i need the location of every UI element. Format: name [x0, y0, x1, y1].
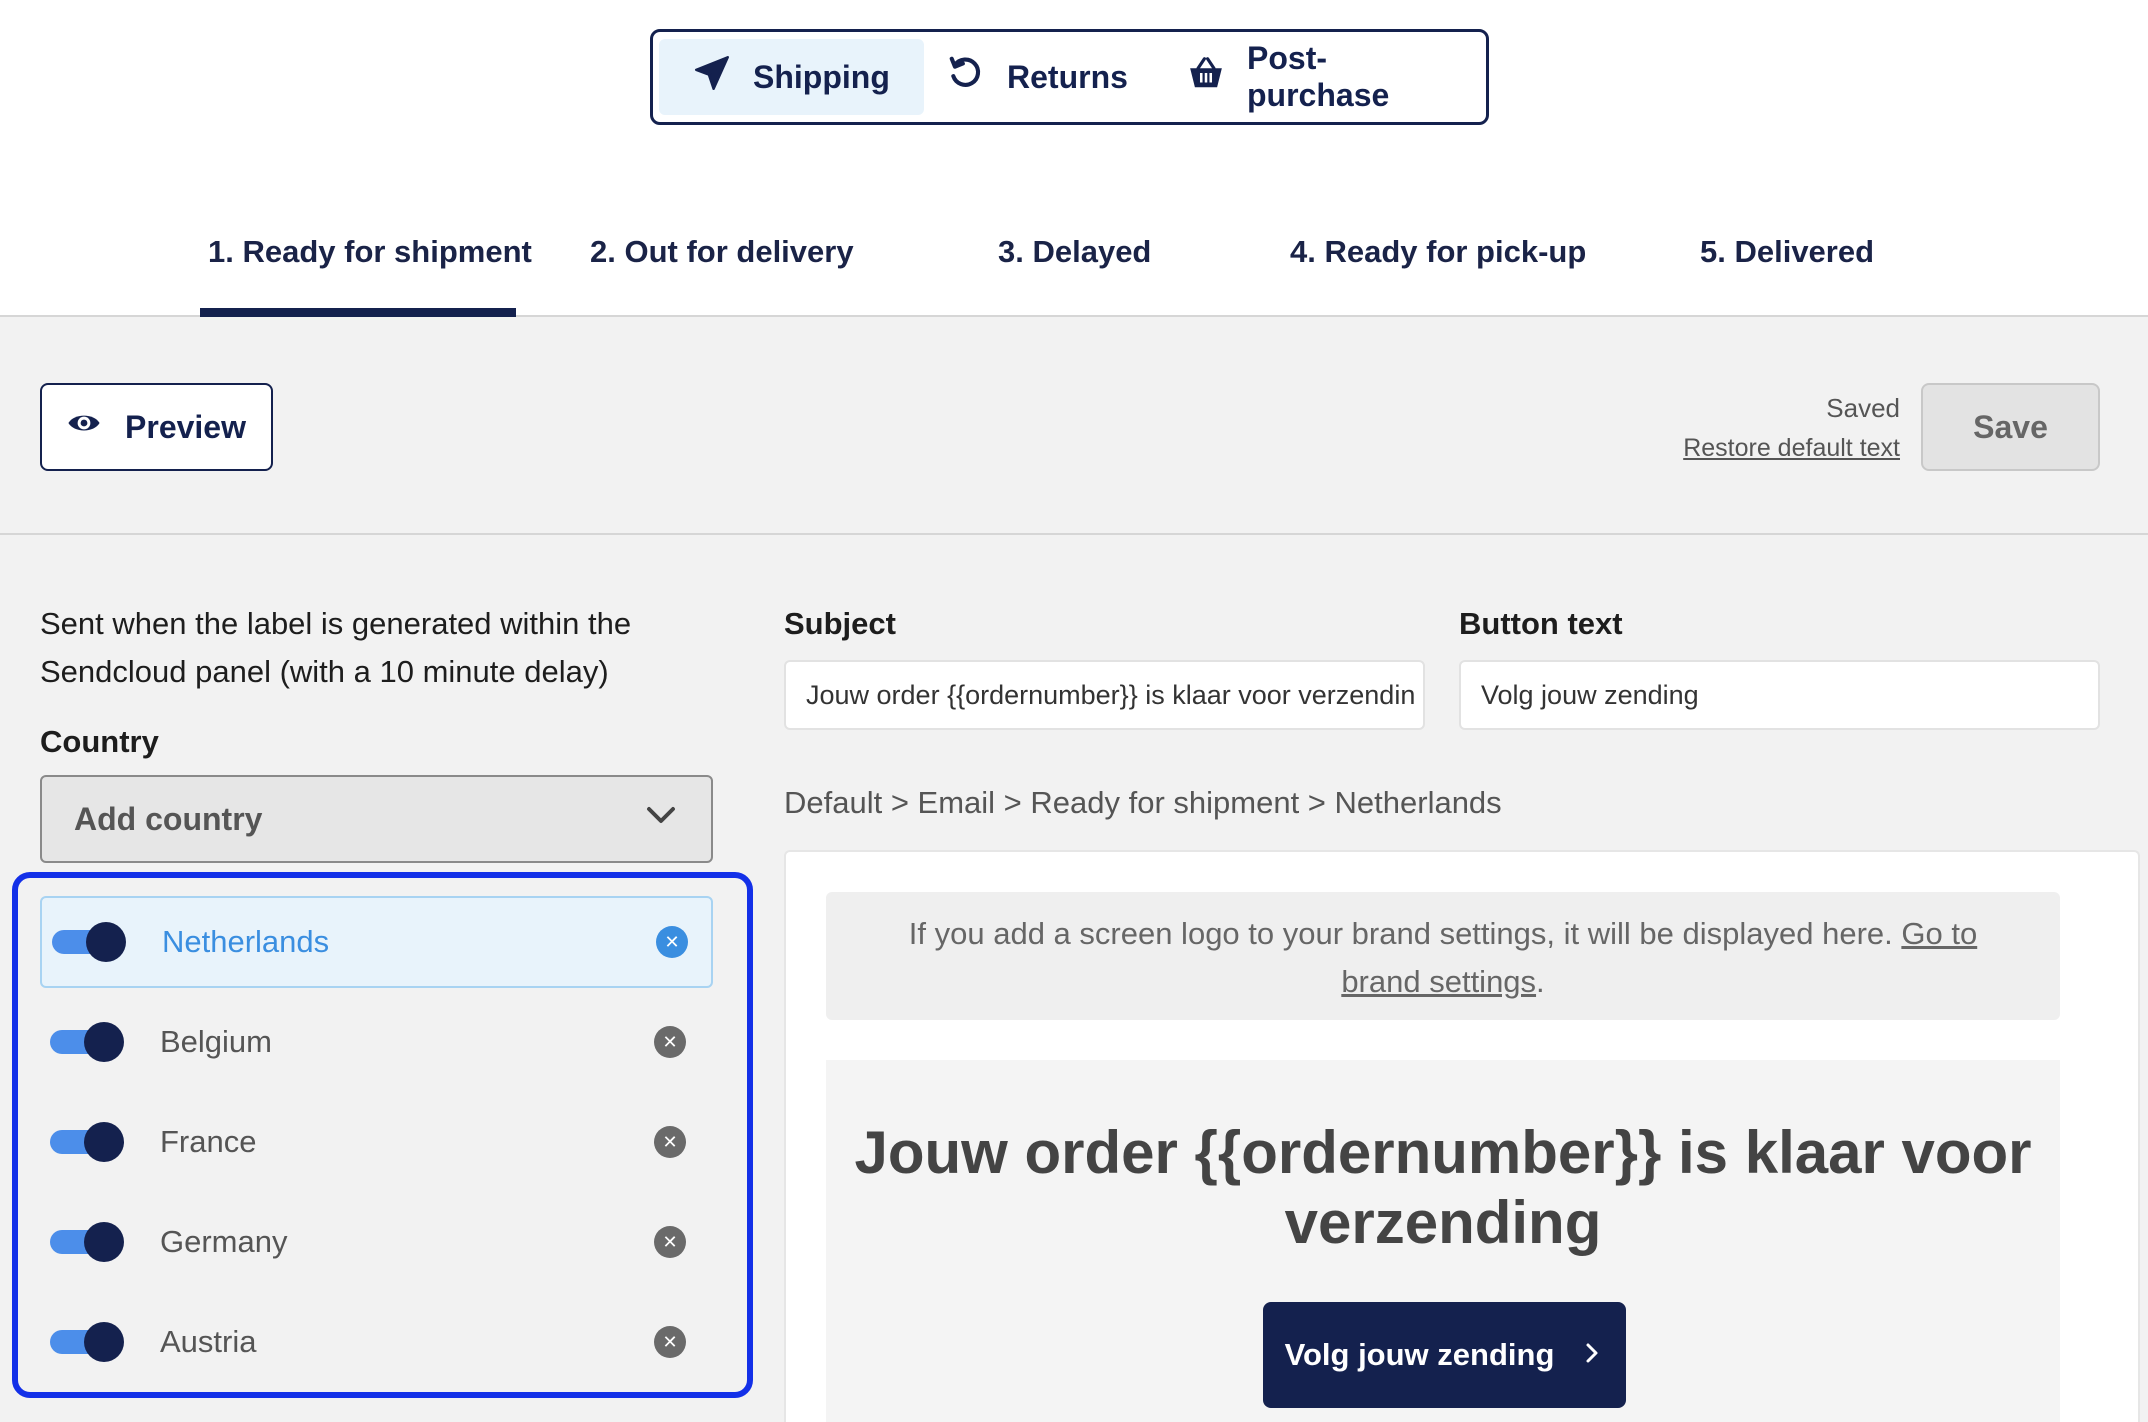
- button-text-input[interactable]: Volg jouw zending: [1459, 660, 2100, 730]
- breadcrumb: Default > Email > Ready for shipment > N…: [784, 785, 1502, 820]
- country-name: France: [160, 1124, 257, 1159]
- country-item-netherlands[interactable]: Netherlands ✕: [40, 896, 713, 988]
- restore-default-link[interactable]: Restore default text: [1683, 434, 1900, 463]
- logo-placeholder-note: If you add a screen logo to your brand s…: [826, 892, 2060, 1020]
- email-body: Jouw order {{ordernumber}} is klaar voor…: [826, 1060, 2060, 1422]
- chevron-right-icon: [1580, 1337, 1604, 1373]
- step-tab-3[interactable]: 3. Delayed: [998, 234, 1151, 270]
- button-text-label: Button text: [1459, 606, 1623, 641]
- country-toggle[interactable]: [50, 1022, 124, 1062]
- country-name: Austria: [160, 1324, 257, 1359]
- email-preview: If you add a screen logo to your brand s…: [784, 850, 2140, 1422]
- email-title: Jouw order {{ordernumber}} is klaar voor…: [854, 1119, 2032, 1256]
- step-tab-2[interactable]: 2. Out for delivery: [590, 234, 854, 270]
- tab-post-purchase[interactable]: Post-purchase: [1153, 39, 1486, 115]
- return-arrow-icon: [947, 54, 985, 100]
- tab-post-purchase-label: Post-purchase: [1247, 40, 1390, 113]
- chevron-down-icon: [643, 797, 679, 841]
- trigger-description: Sent when the label is generated within …: [40, 606, 632, 689]
- step-tabs: 1. Ready for shipment 2. Out for deliver…: [0, 222, 2148, 317]
- track-shipment-button[interactable]: Volg jouw zending: [1263, 1302, 1626, 1408]
- logo-note-text: If you add a screen logo to your brand s…: [908, 916, 1893, 951]
- country-name: Netherlands: [162, 924, 330, 959]
- country-toggle[interactable]: [50, 1122, 124, 1162]
- eye-icon: [67, 406, 101, 448]
- preview-button-label: Preview: [125, 408, 246, 445]
- country-item-germany[interactable]: Germany ✕: [40, 1196, 713, 1288]
- paper-plane-icon: [693, 54, 731, 100]
- step-tab-5[interactable]: 5. Delivered: [1700, 234, 1874, 270]
- add-country-dropdown[interactable]: Add country: [40, 775, 713, 863]
- remove-country-icon[interactable]: ✕: [656, 926, 688, 958]
- active-step-indicator: [200, 308, 516, 317]
- add-country-placeholder: Add country: [74, 800, 263, 837]
- country-name: Germany: [160, 1224, 288, 1259]
- step-tab-1[interactable]: 1. Ready for shipment: [208, 234, 532, 270]
- country-item-austria[interactable]: Austria ✕: [40, 1296, 713, 1388]
- tab-returns-label: Returns: [1007, 58, 1128, 95]
- country-item-belgium[interactable]: Belgium ✕: [40, 996, 713, 1088]
- country-name: Belgium: [160, 1024, 272, 1059]
- step-tab-4[interactable]: 4. Ready for pick-up: [1290, 234, 1586, 270]
- country-toggle[interactable]: [50, 1322, 124, 1362]
- remove-country-icon[interactable]: ✕: [654, 1026, 686, 1058]
- logo-note-end: .: [1536, 964, 1545, 999]
- saved-status: Saved: [1826, 393, 1900, 423]
- cta-label: Volg jouw zending: [1284, 1337, 1555, 1372]
- tab-returns[interactable]: Returns: [913, 39, 1162, 115]
- remove-country-icon[interactable]: ✕: [654, 1326, 686, 1358]
- preview-button[interactable]: Preview: [40, 383, 273, 471]
- top-bar: Shipping Returns Post-purchase 1. Ready …: [0, 0, 2148, 317]
- subject-input[interactable]: Jouw order {{ordernumber}} is klaar voor…: [784, 660, 1425, 730]
- subject-label: Subject: [784, 606, 896, 641]
- country-item-france[interactable]: France ✕: [40, 1096, 713, 1188]
- country-toggle[interactable]: [52, 922, 126, 962]
- remove-country-icon[interactable]: ✕: [654, 1226, 686, 1258]
- toolbar: Preview Saved Restore default text Save: [0, 317, 2148, 535]
- country-toggle[interactable]: [50, 1222, 124, 1262]
- mode-switcher: Shipping Returns Post-purchase: [650, 29, 1489, 125]
- tab-shipping-label: Shipping: [753, 58, 890, 95]
- tab-shipping[interactable]: Shipping: [659, 39, 924, 115]
- save-button[interactable]: Save: [1921, 383, 2100, 471]
- remove-country-icon[interactable]: ✕: [654, 1126, 686, 1158]
- basket-icon: [1187, 54, 1225, 100]
- country-label: Country: [40, 724, 159, 759]
